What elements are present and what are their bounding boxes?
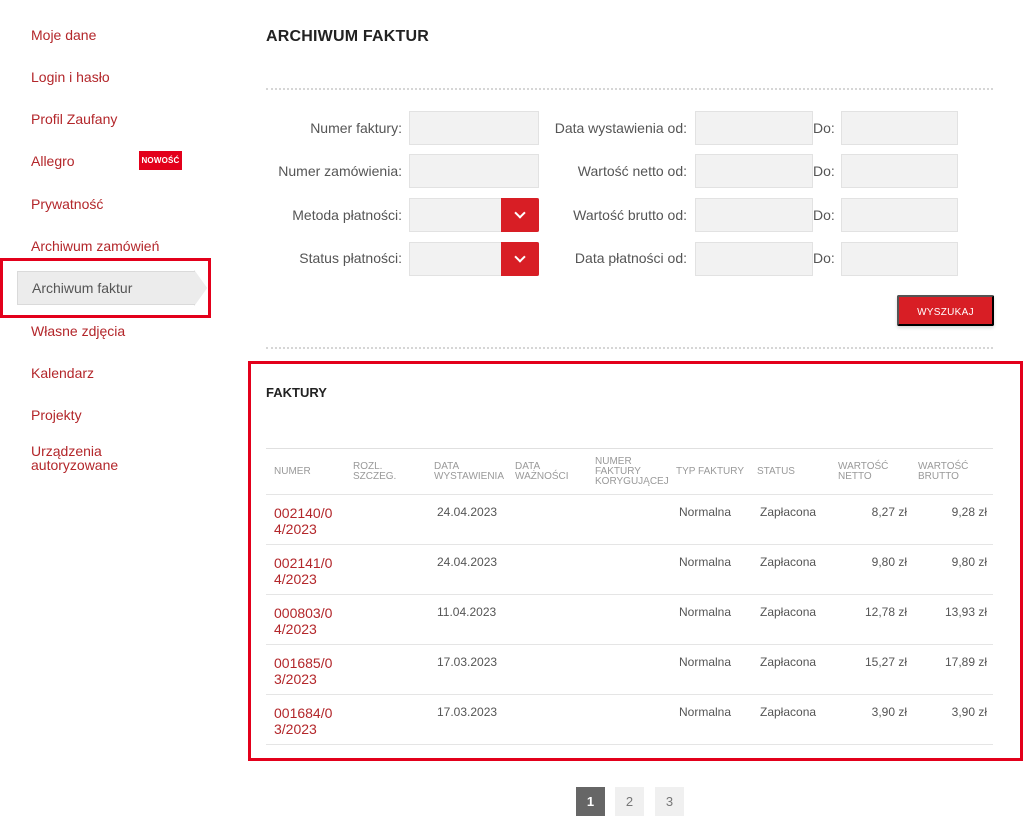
sidebar-item-allegro[interactable]: Allegro [31,153,75,169]
net-value-from-label: Wartość netto od: [577,163,687,179]
row-divider [266,644,993,645]
sidebar-highlight-frame [0,258,211,318]
column-header-correcting-invoice: NUMER FAKTURY KORYGUJĄCEJ [595,456,669,487]
status-cell: Zapłacona [760,655,817,669]
payment-status-dropdown-button[interactable] [501,242,539,276]
invoice-type-cell: Normalna [679,505,732,519]
sidebar-item-archiwum-zamowien[interactable]: Archiwum zamówień [31,238,159,254]
invoice-type-cell: Normalna [679,705,732,719]
status-cell: Zapłacona [760,705,817,719]
payment-date-from-input[interactable] [695,242,813,276]
status-cell: Zapłacona [760,605,817,619]
invoice-type-cell: Normalna [679,555,732,569]
invoice-number-link[interactable]: 001685/0 3/2023 [274,655,354,687]
payment-date-to-input[interactable] [841,242,958,276]
column-header-invoice-type: TYP FAKTURY [676,466,744,477]
search-button[interactable]: WYSZUKAJ [897,295,994,326]
status-cell: Zapłacona [760,555,817,569]
payment-status-select[interactable] [409,242,539,276]
issue-date-to-input[interactable] [841,111,958,145]
page-2-button[interactable]: 2 [615,787,644,816]
invoice-type-cell: Normalna [679,605,732,619]
column-header-status: STATUS [757,466,795,477]
gross-value-cell: 17,89 zł [944,655,987,669]
net-value-to-label: Do: [813,163,835,179]
column-header-net-value: WARTOŚĆ NETTO [838,461,889,482]
payment-date-to-label: Do: [813,250,835,266]
net-value-cell: 12,78 zł [864,605,907,619]
sidebar-item-projekty[interactable]: Projekty [31,407,82,423]
issue-date-cell: 17.03.2023 [437,655,498,669]
column-header-issue-date: DATA WYSTAWIENIA [434,461,504,482]
sidebar-item-moje-dane[interactable]: Moje dane [31,27,96,43]
page-title: ARCHIWUM FAKTUR [266,28,429,45]
page-1-button[interactable]: 1 [576,787,605,816]
sidebar: Moje dane Login i hasło Profil Zaufany A… [0,0,215,821]
net-value-cell: 8,27 zł [871,505,907,519]
net-value-from-input[interactable] [695,154,813,188]
invoice-number-link[interactable]: 001684/0 3/2023 [274,705,354,737]
issue-date-from-label: Data wystawienia od: [554,120,687,136]
sidebar-item-wlasne-zdjecia[interactable]: Własne zdjęcia [31,323,125,339]
net-value-cell: 15,27 zł [864,655,907,669]
net-value-cell: 9,80 zł [871,555,907,569]
issue-date-to-label: Do: [813,120,835,136]
new-badge: NOWOŚĆ [139,151,182,170]
page-3-button[interactable]: 3 [655,787,684,816]
invoice-number-link[interactable]: 002140/0 4/2023 [274,505,354,537]
gross-value-cell: 9,80 zł [951,555,987,569]
payment-method-dropdown-button[interactable] [501,198,539,232]
issue-date-cell: 11.04.2023 [437,605,497,619]
column-header-gross-value: WARTOŚĆ BRUTTO [918,461,969,482]
payment-date-from-label: Data płatności od: [574,250,687,266]
gross-value-cell: 13,93 zł [944,605,987,619]
row-divider [266,744,993,745]
row-divider [266,694,993,695]
issue-date-from-input[interactable] [695,111,813,145]
payment-status-label: Status płatności: [299,250,402,266]
sidebar-item-urzadzenia-autoryzowane[interactable]: Urządzenia autoryzowane [31,444,141,472]
table-header-bottom-border [266,494,993,495]
invoices-section-title: FAKTURY [266,385,327,400]
gross-value-to-label: Do: [813,207,835,223]
column-header-due-date: DATA WAŻNOŚCI [515,461,569,482]
order-number-label: Numer zamówienia: [278,163,402,179]
chevron-down-icon [514,251,526,263]
order-number-input[interactable] [409,154,539,188]
net-value-cell: 3,90 zł [871,705,907,719]
sidebar-item-kalendarz[interactable]: Kalendarz [31,365,94,381]
chevron-down-icon [514,207,526,219]
gross-value-from-label: Wartość brutto od: [573,207,687,223]
column-header-number: NUMER [274,466,311,477]
sidebar-item-login-i-haslo[interactable]: Login i hasło [31,69,110,85]
gross-value-to-input[interactable] [841,198,958,232]
gross-value-cell: 3,90 zł [951,705,987,719]
divider [266,88,993,90]
invoice-number-link[interactable]: 002141/0 4/2023 [274,555,354,587]
invoice-type-cell: Normalna [679,655,732,669]
sidebar-item-profil-zaufany[interactable]: Profil Zaufany [31,111,117,127]
payment-method-select[interactable] [409,198,539,232]
table-header-top-border [266,448,993,449]
net-value-to-input[interactable] [841,154,958,188]
column-header-settlement: ROZL. SZCZEG. [353,461,397,482]
issue-date-cell: 24.04.2023 [437,505,498,519]
invoice-number-link[interactable]: 000803/0 4/2023 [274,605,354,637]
issue-date-cell: 24.04.2023 [437,555,498,569]
row-divider [266,544,993,545]
divider [266,347,993,349]
invoice-number-label: Numer faktury: [310,120,402,136]
sidebar-item-prywatnosc[interactable]: Prywatność [31,196,103,212]
payment-method-label: Metoda płatności: [292,207,402,223]
row-divider [266,594,993,595]
status-cell: Zapłacona [760,505,817,519]
invoice-number-input[interactable] [409,111,539,145]
issue-date-cell: 17.03.2023 [437,705,498,719]
gross-value-from-input[interactable] [695,198,813,232]
gross-value-cell: 9,28 zł [951,505,987,519]
